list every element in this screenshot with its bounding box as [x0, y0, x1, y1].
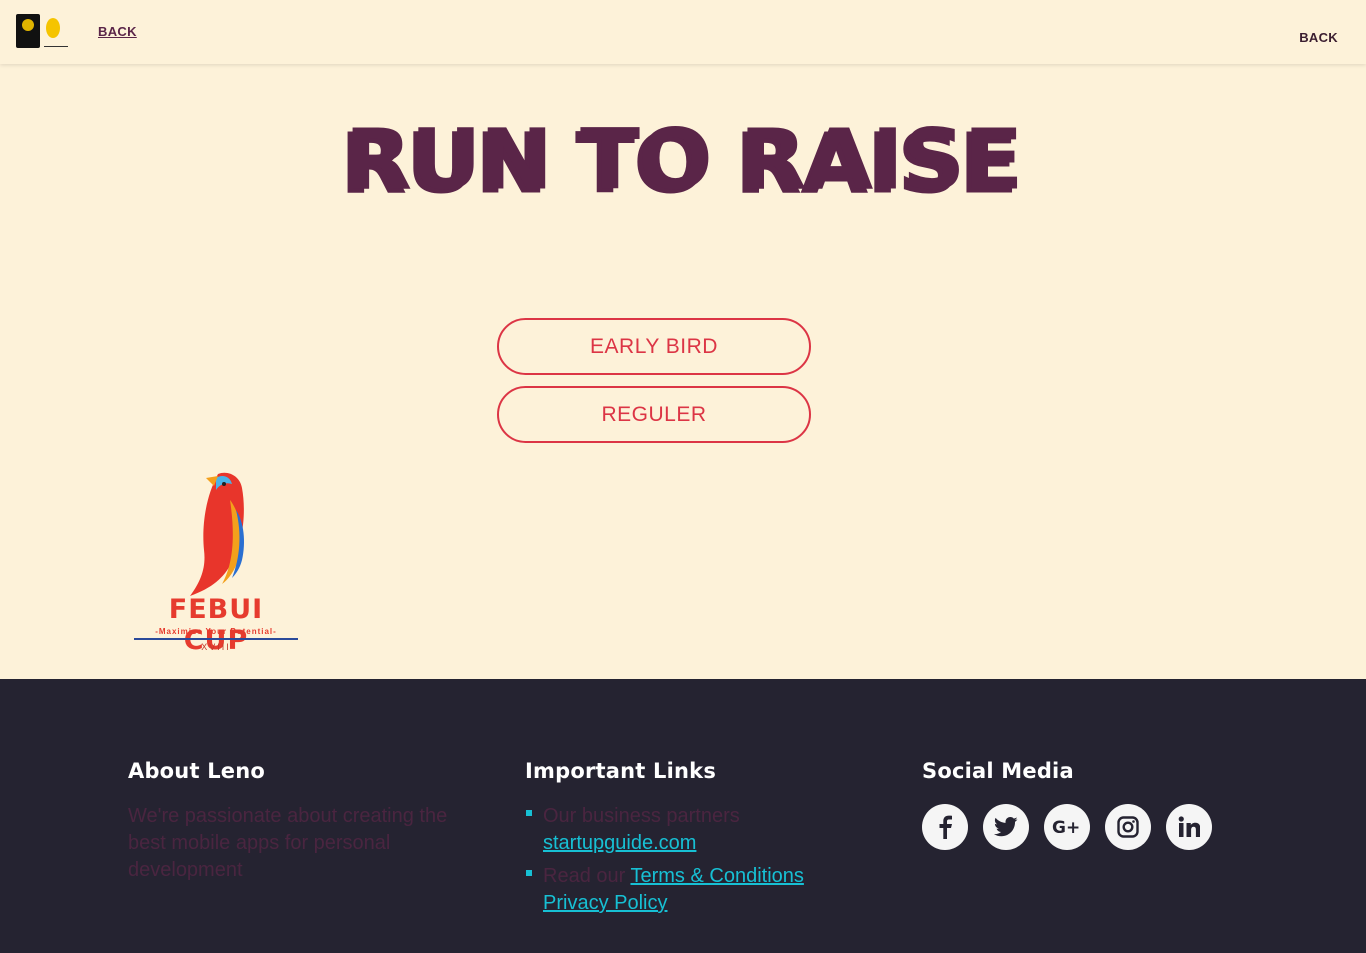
site-header: BACK BACK [0, 0, 1366, 64]
event-edition: XVIII [201, 642, 231, 652]
links-heading: Important Links [525, 759, 717, 783]
university-crest-icon [16, 14, 40, 48]
instagram-icon [1117, 816, 1139, 838]
back-link-right[interactable]: BACK [1299, 30, 1338, 45]
about-heading: About Leno [128, 759, 266, 783]
event-logo: FEBUI CUP -Maximize Your Potential- XVII… [132, 470, 300, 656]
footer-social: Social Media G+ [922, 759, 1252, 850]
terms-link[interactable]: Terms & Conditions [630, 865, 803, 887]
twitter-button[interactable] [983, 804, 1029, 850]
linkedin-icon [1178, 816, 1200, 837]
event-tagline: -Maximize Your Potential- [155, 627, 277, 636]
site-logo[interactable] [16, 14, 68, 50]
facebook-icon [939, 815, 952, 839]
instagram-button[interactable] [1105, 804, 1151, 850]
list-item: Read our Terms & Conditions Privacy Poli… [525, 863, 855, 917]
site-footer: About Leno We're passionate about creati… [0, 679, 1366, 953]
partners-text: Our business partners [543, 805, 740, 827]
about-text: We're passionate about creating the best… [128, 805, 448, 881]
page-title: RUN TO RAISE [344, 110, 1023, 209]
startupguide-link[interactable]: startupguide.com [543, 832, 696, 854]
hero: RUN TO RAISE [0, 110, 1366, 210]
footer-about: About Leno We're passionate about creati… [128, 759, 458, 884]
facebook-button[interactable] [922, 804, 968, 850]
back-link-left[interactable]: BACK [98, 24, 137, 39]
links-list: Our business partners startupguide.com R… [525, 803, 855, 917]
footer-links: Important Links Our business partners st… [525, 759, 855, 933]
reguler-button[interactable]: REGULER [497, 386, 811, 443]
read-our-text: Read our [543, 865, 626, 887]
svg-text:G+: G+ [1052, 818, 1080, 837]
social-icons: G+ [922, 804, 1252, 850]
google-plus-button[interactable]: G+ [1044, 804, 1090, 850]
early-bird-button[interactable]: EARLY BIRD [497, 318, 811, 375]
bullet-icon [526, 810, 532, 816]
privacy-link[interactable]: Privacy Policy [543, 892, 667, 914]
bullet-icon [526, 870, 532, 876]
linkedin-button[interactable] [1166, 804, 1212, 850]
parrot-icon [190, 472, 244, 596]
twitter-icon [994, 817, 1018, 837]
google-plus-icon: G+ [1052, 818, 1080, 837]
event-divider [134, 638, 298, 640]
list-item: Our business partners startupguide.com [525, 803, 855, 857]
coin-logo-icon [44, 16, 68, 47]
social-heading: Social Media [922, 759, 1074, 783]
